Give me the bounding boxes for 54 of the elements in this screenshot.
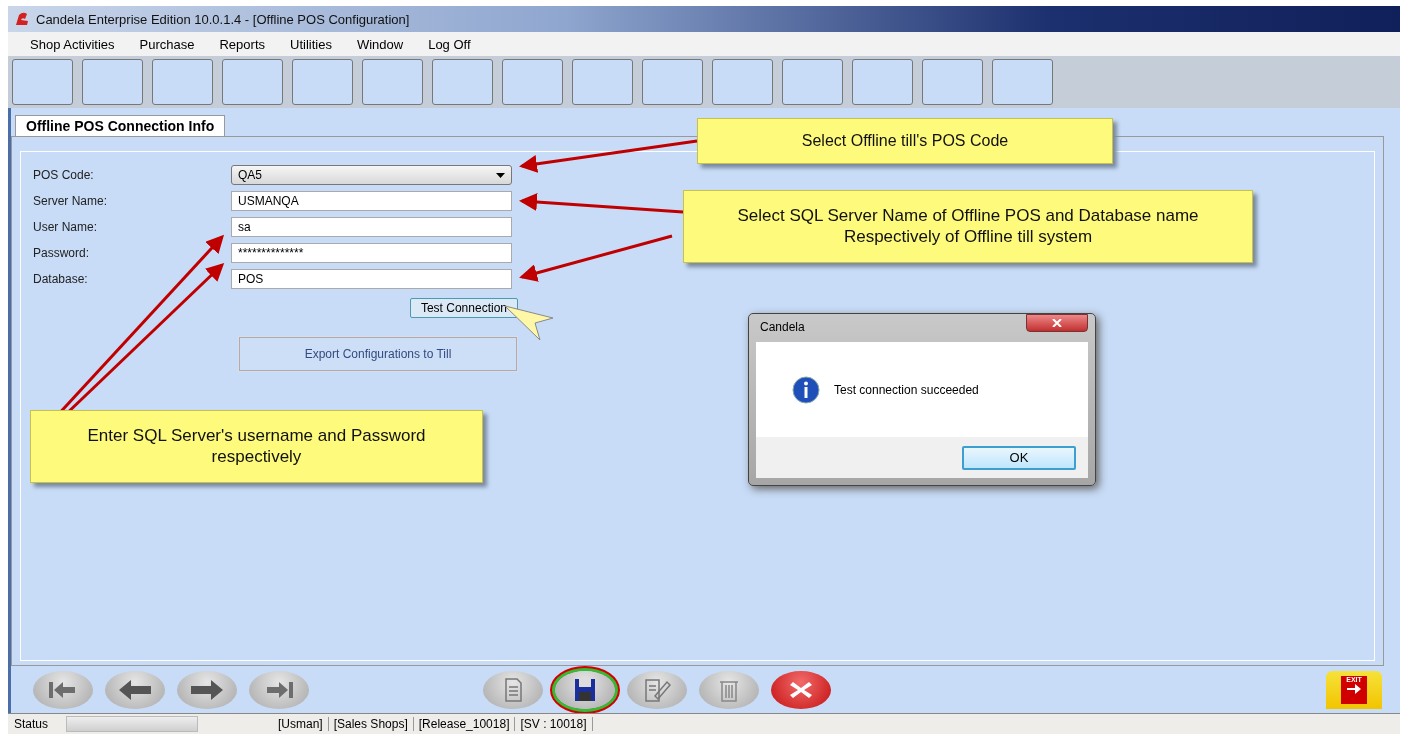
toolbar-button[interactable]: [782, 59, 843, 105]
toolbar-button[interactable]: [992, 59, 1053, 105]
export-button[interactable]: Export Configurations to Till: [238, 336, 518, 372]
tab[interactable]: Offline POS Connection Info: [15, 115, 226, 136]
toolbar-button[interactable]: [922, 59, 983, 105]
info-icon: [792, 375, 820, 404]
callout-note: Select Offline till's POS Code: [697, 118, 1113, 164]
toolbar-button[interactable]: [292, 59, 353, 105]
field-label: POS Code:: [33, 168, 95, 182]
toolbar-button[interactable]: [82, 59, 143, 105]
window-title: Candela Enterprise Edition 10.0.1.4 - [Offline POS Configuration]: [36, 11, 410, 27]
toolbar-button[interactable]: [572, 59, 633, 105]
field-label: Server Name:: [33, 194, 109, 208]
menu-item[interactable]: Shop Activities: [30, 36, 115, 52]
pointer-icon: [504, 305, 554, 341]
menu-item[interactable]: Utilities: [290, 36, 332, 52]
toolbar-button[interactable]: [362, 59, 423, 105]
input-field[interactable]: sa: [231, 217, 512, 237]
dropdown-field[interactable]: QA5: [231, 165, 512, 185]
caret-icon: [496, 172, 505, 178]
menu-item[interactable]: Window: [356, 36, 404, 52]
app-logo-icon: [14, 11, 30, 27]
field-label: Password:: [33, 246, 91, 260]
field-label: User Name:: [33, 220, 98, 234]
toolbar-button[interactable]: [222, 59, 283, 105]
callout-note: Select SQL Server Name of Offline POS and Database name Respectively of Offline till system: [683, 190, 1253, 263]
ok-button[interactable]: OK: [962, 445, 1076, 470]
toolbar-button[interactable]: [642, 59, 703, 105]
cancel-button[interactable]: [771, 670, 831, 709]
toolbar-button[interactable]: [712, 59, 773, 105]
test-connection-button[interactable]: Test Connection: [409, 298, 518, 318]
input-field[interactable]: POS: [231, 269, 512, 289]
close-icon: [1051, 319, 1063, 327]
close-button[interactable]: [1026, 314, 1088, 332]
dialog-message: Test connection succeeded: [834, 382, 979, 397]
status-label: Status: [14, 717, 50, 731]
status-item: [Usman]: [273, 717, 329, 731]
toolbar-button[interactable]: [852, 59, 913, 105]
menu-item[interactable]: Log Off: [428, 36, 471, 52]
menu-item[interactable]: Purchase: [139, 36, 195, 52]
toolbar-button[interactable]: [502, 59, 563, 105]
toolbar-button[interactable]: [432, 59, 493, 105]
status-item: [SV : 10018]: [515, 717, 593, 731]
toolbar-button[interactable]: [152, 59, 213, 105]
input-field[interactable]: USMANQA: [231, 191, 512, 211]
callout-note: Enter SQL Server's username and Password respectively: [30, 410, 483, 483]
input-field[interactable]: **************: [231, 243, 512, 263]
status-item: [Release_10018]: [413, 717, 516, 731]
toolbar-button[interactable]: [12, 59, 73, 105]
field-label: Database:: [33, 272, 89, 286]
menu-item[interactable]: Reports: [219, 36, 265, 52]
dialog-title: Candela: [760, 320, 805, 334]
arrow-icon: [1346, 682, 1362, 695]
status-item: [Sales Shops]: [328, 717, 414, 731]
